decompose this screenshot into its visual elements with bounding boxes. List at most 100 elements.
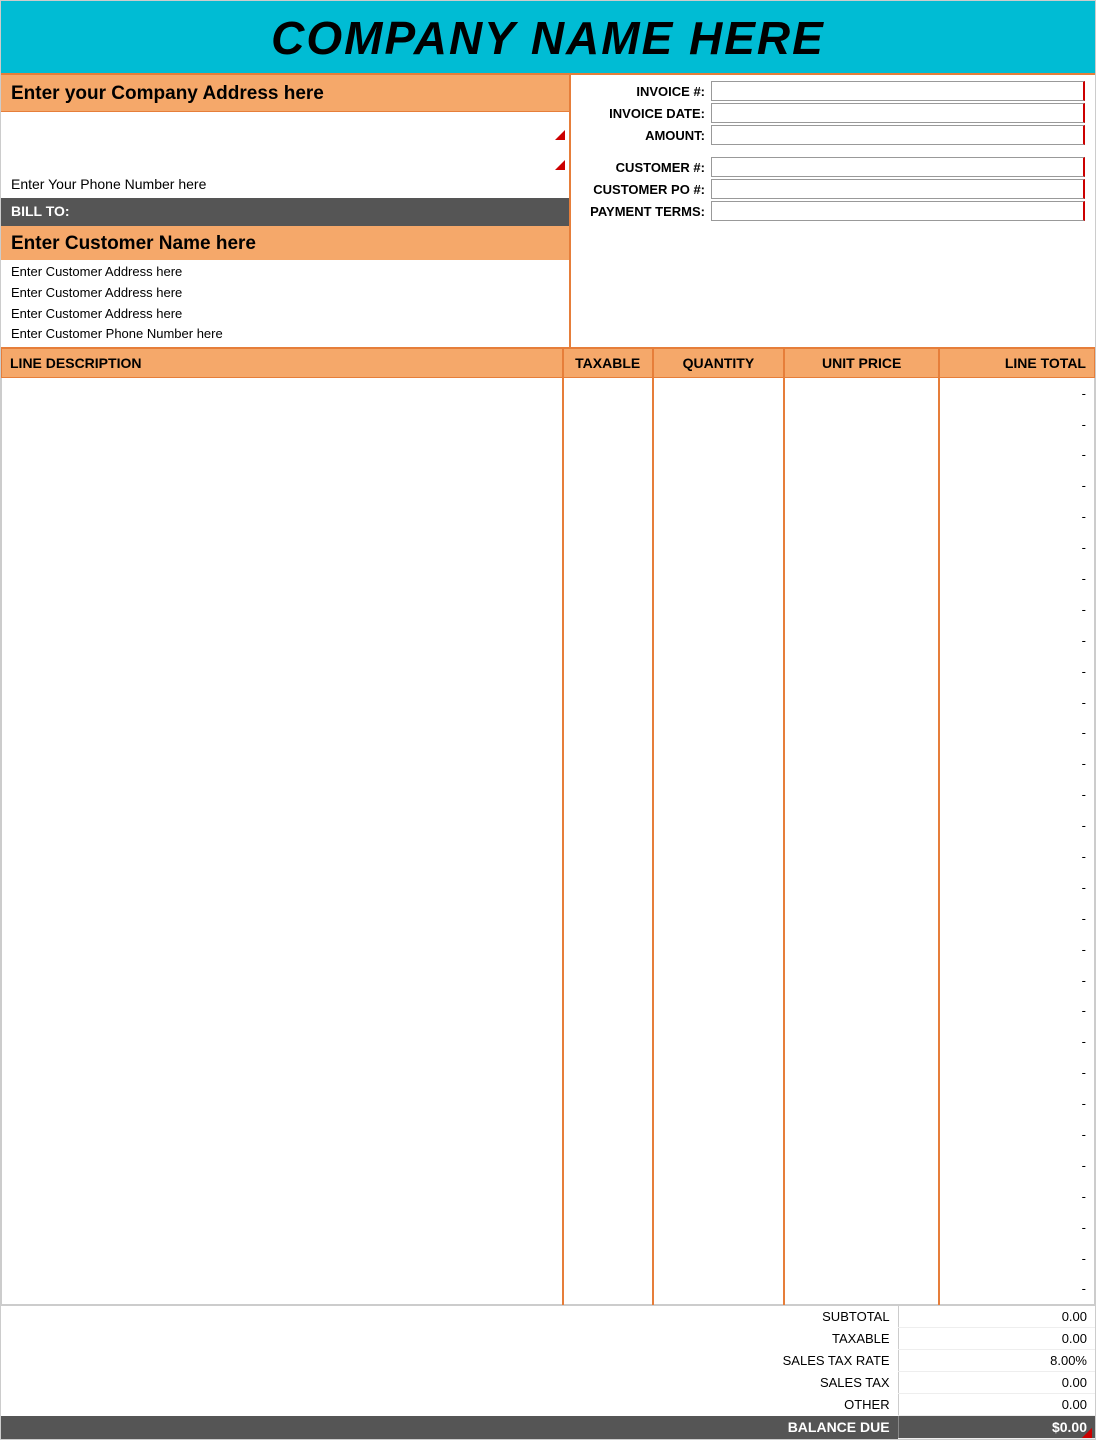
cell-unit-price[interactable]: [784, 1026, 939, 1057]
cell-unit-price[interactable]: [784, 625, 939, 656]
cell-taxable[interactable]: [563, 934, 653, 965]
cell-line-total[interactable]: -: [939, 563, 1094, 594]
table-row[interactable]: -: [2, 1057, 1095, 1088]
cell-taxable[interactable]: [563, 1181, 653, 1212]
cell-taxable[interactable]: [563, 996, 653, 1027]
table-row[interactable]: -: [2, 594, 1095, 625]
cell-unit-price[interactable]: [784, 903, 939, 934]
cell-quantity[interactable]: [653, 934, 784, 965]
cell-quantity[interactable]: [653, 965, 784, 996]
invoice-num-input[interactable]: [711, 81, 1085, 101]
cell-line-total[interactable]: -: [939, 872, 1094, 903]
cell-taxable[interactable]: [563, 1274, 653, 1305]
cell-quantity[interactable]: [653, 563, 784, 594]
cell-line-total[interactable]: -: [939, 996, 1094, 1027]
table-row[interactable]: -: [2, 1119, 1095, 1150]
company-address-box[interactable]: Enter your Company Address here: [1, 75, 569, 112]
cell-unit-price[interactable]: [784, 1057, 939, 1088]
cell-quantity[interactable]: [653, 841, 784, 872]
table-row[interactable]: -: [2, 1150, 1095, 1181]
cell-unit-price[interactable]: [784, 779, 939, 810]
cell-line-total[interactable]: -: [939, 779, 1094, 810]
cell-unit-price[interactable]: [784, 563, 939, 594]
cell-unit-price[interactable]: [784, 1150, 939, 1181]
cell-unit-price[interactable]: [784, 965, 939, 996]
cell-quantity[interactable]: [653, 1274, 784, 1305]
cell-quantity[interactable]: [653, 872, 784, 903]
cell-unit-price[interactable]: [784, 532, 939, 563]
cell-unit-price[interactable]: [784, 810, 939, 841]
table-row[interactable]: -: [2, 1243, 1095, 1274]
cell-quantity[interactable]: [653, 439, 784, 470]
cell-quantity[interactable]: [653, 501, 784, 532]
cell-unit-price[interactable]: [784, 872, 939, 903]
cell-taxable[interactable]: [563, 872, 653, 903]
cell-taxable[interactable]: [563, 687, 653, 718]
cell-description[interactable]: [2, 996, 563, 1027]
table-row[interactable]: -: [2, 1026, 1095, 1057]
cell-unit-price[interactable]: [784, 409, 939, 440]
cell-line-total[interactable]: -: [939, 1212, 1094, 1243]
cell-line-total[interactable]: -: [939, 625, 1094, 656]
table-row[interactable]: -: [2, 996, 1095, 1027]
customer-num-input[interactable]: [711, 157, 1085, 177]
cell-description[interactable]: [2, 532, 563, 563]
cell-quantity[interactable]: [653, 1088, 784, 1119]
cell-taxable[interactable]: [563, 594, 653, 625]
cell-description[interactable]: [2, 1243, 563, 1274]
cell-quantity[interactable]: [653, 717, 784, 748]
cell-taxable[interactable]: [563, 378, 653, 409]
table-row[interactable]: -: [2, 810, 1095, 841]
cell-description[interactable]: [2, 378, 563, 409]
cell-unit-price[interactable]: [784, 501, 939, 532]
cell-description[interactable]: [2, 563, 563, 594]
cell-description[interactable]: [2, 1088, 563, 1119]
cell-taxable[interactable]: [563, 439, 653, 470]
cell-taxable[interactable]: [563, 1243, 653, 1274]
cell-description[interactable]: [2, 965, 563, 996]
cell-unit-price[interactable]: [784, 934, 939, 965]
cell-unit-price[interactable]: [784, 748, 939, 779]
cell-quantity[interactable]: [653, 1181, 784, 1212]
cell-description[interactable]: [2, 1150, 563, 1181]
cell-quantity[interactable]: [653, 1026, 784, 1057]
cell-line-total[interactable]: -: [939, 748, 1094, 779]
cell-description[interactable]: [2, 1212, 563, 1243]
cell-description[interactable]: [2, 470, 563, 501]
taxable-value[interactable]: 0.00: [898, 1328, 1095, 1350]
cell-quantity[interactable]: [653, 1150, 784, 1181]
cell-quantity[interactable]: [653, 625, 784, 656]
cell-unit-price[interactable]: [784, 378, 939, 409]
sales-tax-value[interactable]: 0.00: [898, 1372, 1095, 1394]
customer-addr-3[interactable]: Enter Customer Address here: [11, 304, 559, 325]
cell-taxable[interactable]: [563, 1212, 653, 1243]
table-row[interactable]: -: [2, 1274, 1095, 1305]
cell-description[interactable]: [2, 687, 563, 718]
cell-description[interactable]: [2, 748, 563, 779]
cell-taxable[interactable]: [563, 409, 653, 440]
cell-quantity[interactable]: [653, 1243, 784, 1274]
customer-po-input[interactable]: [711, 179, 1085, 199]
cell-line-total[interactable]: -: [939, 439, 1094, 470]
cell-taxable[interactable]: [563, 1057, 653, 1088]
cell-description[interactable]: [2, 872, 563, 903]
invoice-date-input[interactable]: [711, 103, 1085, 123]
cell-line-total[interactable]: -: [939, 1243, 1094, 1274]
cell-line-total[interactable]: -: [939, 965, 1094, 996]
cell-unit-price[interactable]: [784, 717, 939, 748]
cell-line-total[interactable]: -: [939, 810, 1094, 841]
cell-quantity[interactable]: [653, 748, 784, 779]
table-row[interactable]: -: [2, 872, 1095, 903]
cell-line-total[interactable]: -: [939, 934, 1094, 965]
cell-description[interactable]: [2, 934, 563, 965]
cell-taxable[interactable]: [563, 965, 653, 996]
customer-addr-2[interactable]: Enter Customer Address here: [11, 283, 559, 304]
cell-line-total[interactable]: -: [939, 656, 1094, 687]
table-row[interactable]: -: [2, 965, 1095, 996]
cell-description[interactable]: [2, 1119, 563, 1150]
table-row[interactable]: -: [2, 779, 1095, 810]
table-row[interactable]: -: [2, 656, 1095, 687]
cell-description[interactable]: [2, 594, 563, 625]
table-row[interactable]: -: [2, 563, 1095, 594]
cell-line-total[interactable]: -: [939, 1181, 1094, 1212]
